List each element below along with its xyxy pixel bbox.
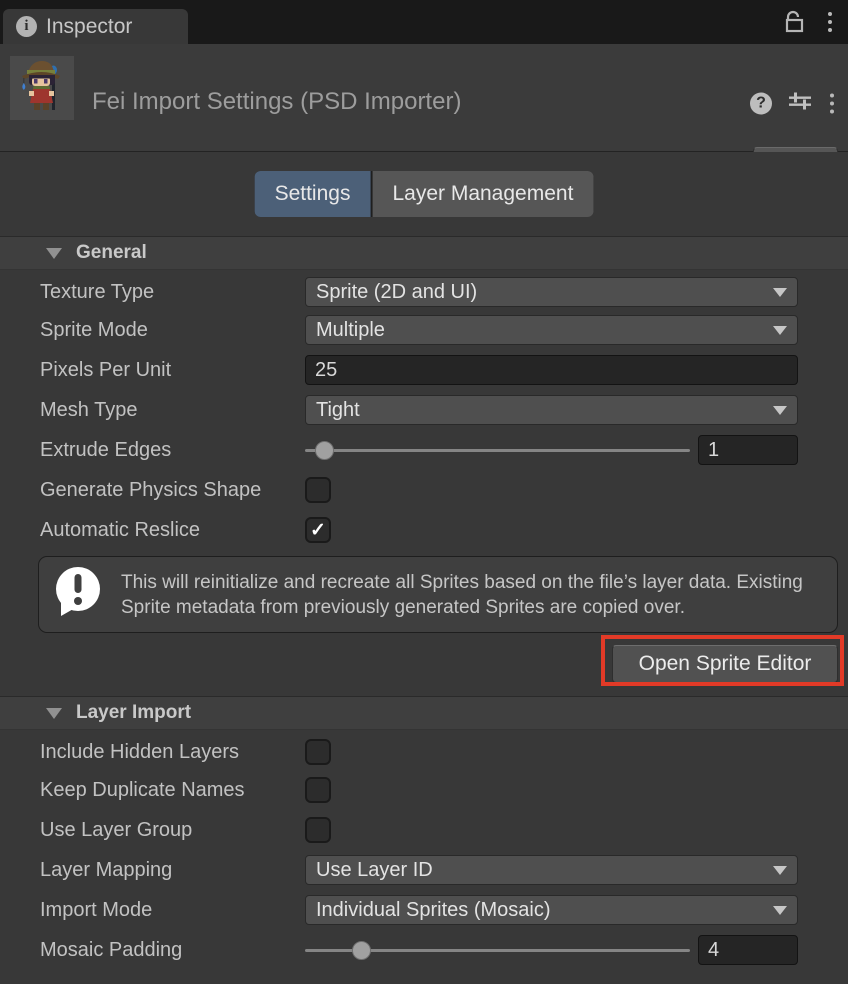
asset-thumbnail[interactable] bbox=[10, 56, 74, 120]
row-mosaic-padding: Mosaic Padding 4 bbox=[0, 930, 848, 970]
import-mode-value: Individual Sprites (Mosaic) bbox=[316, 899, 551, 922]
layer-mapping-label: Layer Mapping bbox=[0, 859, 305, 882]
tab-layer-management[interactable]: Layer Management bbox=[372, 171, 593, 217]
slider-knob[interactable] bbox=[315, 441, 334, 460]
extrude-edges-label: Extrude Edges bbox=[0, 439, 305, 462]
pixels-per-unit-label: Pixels Per Unit bbox=[0, 359, 305, 382]
row-import-mode: Import Mode Individual Sprites (Mosaic) bbox=[0, 890, 848, 930]
layer-mapping-dropdown[interactable]: Use Layer ID bbox=[305, 855, 798, 885]
checkmark-icon: ✓ bbox=[310, 519, 326, 542]
row-pixels-per-unit: Pixels Per Unit 25 bbox=[0, 350, 848, 390]
mesh-type-value: Tight bbox=[316, 399, 360, 422]
use-layer-group-checkbox[interactable] bbox=[305, 817, 331, 843]
row-generate-physics-shape: Generate Physics Shape bbox=[0, 470, 848, 510]
row-extrude-edges: Extrude Edges 1 bbox=[0, 430, 848, 470]
pixels-per-unit-input[interactable]: 25 bbox=[305, 355, 798, 385]
unlock-icon[interactable] bbox=[784, 10, 806, 34]
slider-knob[interactable] bbox=[352, 941, 371, 960]
open-sprite-editor-button[interactable]: Open Sprite Editor bbox=[612, 645, 838, 683]
use-layer-group-label: Use Layer Group bbox=[0, 819, 305, 842]
section-general[interactable]: General bbox=[0, 236, 848, 270]
include-hidden-layers-checkbox[interactable] bbox=[305, 739, 331, 765]
tab-settings[interactable]: Settings bbox=[255, 171, 371, 217]
generate-physics-shape-label: Generate Physics Shape bbox=[0, 479, 305, 502]
foldout-triangle-icon bbox=[46, 708, 62, 719]
automatic-reslice-label: Automatic Reslice bbox=[0, 519, 305, 542]
asset-title: Fei Import Settings (PSD Importer) bbox=[92, 88, 461, 116]
mosaic-padding-slider[interactable] bbox=[305, 935, 690, 965]
importer-tabsbar: Settings Layer Management bbox=[0, 152, 848, 236]
keep-duplicate-names-label: Keep Duplicate Names bbox=[0, 779, 305, 802]
info-box-area: This will reinitialize and recreate all … bbox=[0, 550, 848, 634]
texture-type-value: Sprite (2D and UI) bbox=[316, 281, 477, 304]
inspector-tab-label: Inspector bbox=[46, 15, 132, 39]
chevron-down-icon bbox=[773, 326, 787, 335]
info-box-text: This will reinitialize and recreate all … bbox=[121, 570, 821, 620]
row-mesh-type: Mesh Type Tight bbox=[0, 390, 848, 430]
texture-type-dropdown[interactable]: Sprite (2D and UI) bbox=[305, 277, 798, 307]
sprite-mode-dropdown[interactable]: Multiple bbox=[305, 315, 798, 345]
mosaic-padding-label: Mosaic Padding bbox=[0, 939, 305, 962]
texture-type-label: Texture Type bbox=[0, 281, 305, 304]
general-rows: Texture Type Sprite (2D and UI) Sprite M… bbox=[0, 270, 848, 550]
presets-icon[interactable] bbox=[788, 90, 812, 117]
row-automatic-reslice: Automatic Reslice ✓ bbox=[0, 510, 848, 550]
include-hidden-layers-label: Include Hidden Layers bbox=[0, 741, 305, 764]
extrude-edges-input[interactable]: 1 bbox=[698, 435, 798, 465]
mesh-type-label: Mesh Type bbox=[0, 399, 305, 422]
row-layer-mapping: Layer Mapping Use Layer ID bbox=[0, 850, 848, 890]
generate-physics-shape-checkbox[interactable] bbox=[305, 477, 331, 503]
row-use-layer-group: Use Layer Group bbox=[0, 810, 848, 850]
row-sprite-mode: Sprite Mode Multiple bbox=[0, 310, 848, 350]
section-layer-import-title: Layer Import bbox=[76, 702, 191, 724]
help-icon[interactable]: ? bbox=[750, 92, 772, 114]
row-keep-duplicate-names: Keep Duplicate Names bbox=[0, 770, 848, 810]
chevron-down-icon bbox=[773, 288, 787, 297]
extrude-edges-slider[interactable] bbox=[305, 435, 690, 465]
row-texture-type: Texture Type Sprite (2D and UI) bbox=[0, 270, 848, 310]
import-mode-label: Import Mode bbox=[0, 899, 305, 922]
chevron-down-icon bbox=[773, 406, 787, 415]
foldout-triangle-icon bbox=[46, 248, 62, 259]
sprite-mode-label: Sprite Mode bbox=[0, 319, 305, 342]
reslice-info-box: This will reinitialize and recreate all … bbox=[38, 556, 838, 633]
asset-header: Fei Import Settings (PSD Importer) ? Ope… bbox=[0, 44, 848, 152]
alert-bubble-icon bbox=[53, 564, 103, 625]
inspector-tab[interactable]: i Inspector bbox=[3, 9, 188, 44]
section-layer-import[interactable]: Layer Import bbox=[0, 696, 848, 730]
bottom-filler bbox=[0, 970, 848, 984]
section-general-title: General bbox=[76, 242, 147, 264]
info-circle-icon: i bbox=[16, 16, 37, 37]
keep-duplicate-names-checkbox[interactable] bbox=[305, 777, 331, 803]
sprite-editor-row: Open Sprite Editor bbox=[0, 634, 848, 696]
layer-mapping-value: Use Layer ID bbox=[316, 859, 433, 882]
sprite-mode-value: Multiple bbox=[316, 319, 385, 342]
slider-track bbox=[305, 449, 690, 452]
chevron-down-icon bbox=[773, 906, 787, 915]
window-titlebar: i Inspector bbox=[0, 0, 848, 44]
import-mode-dropdown[interactable]: Individual Sprites (Mosaic) bbox=[305, 895, 798, 925]
mesh-type-dropdown[interactable]: Tight bbox=[305, 395, 798, 425]
layer-import-rows: Include Hidden Layers Keep Duplicate Nam… bbox=[0, 730, 848, 970]
row-include-hidden-layers: Include Hidden Layers bbox=[0, 730, 848, 770]
automatic-reslice-checkbox[interactable]: ✓ bbox=[305, 517, 331, 543]
kebab-menu-icon[interactable] bbox=[826, 10, 834, 34]
chevron-down-icon bbox=[773, 866, 787, 875]
mosaic-padding-input[interactable]: 4 bbox=[698, 935, 798, 965]
kebab-menu-icon[interactable] bbox=[828, 91, 836, 115]
inspector-panel: i Inspector bbox=[0, 0, 848, 984]
